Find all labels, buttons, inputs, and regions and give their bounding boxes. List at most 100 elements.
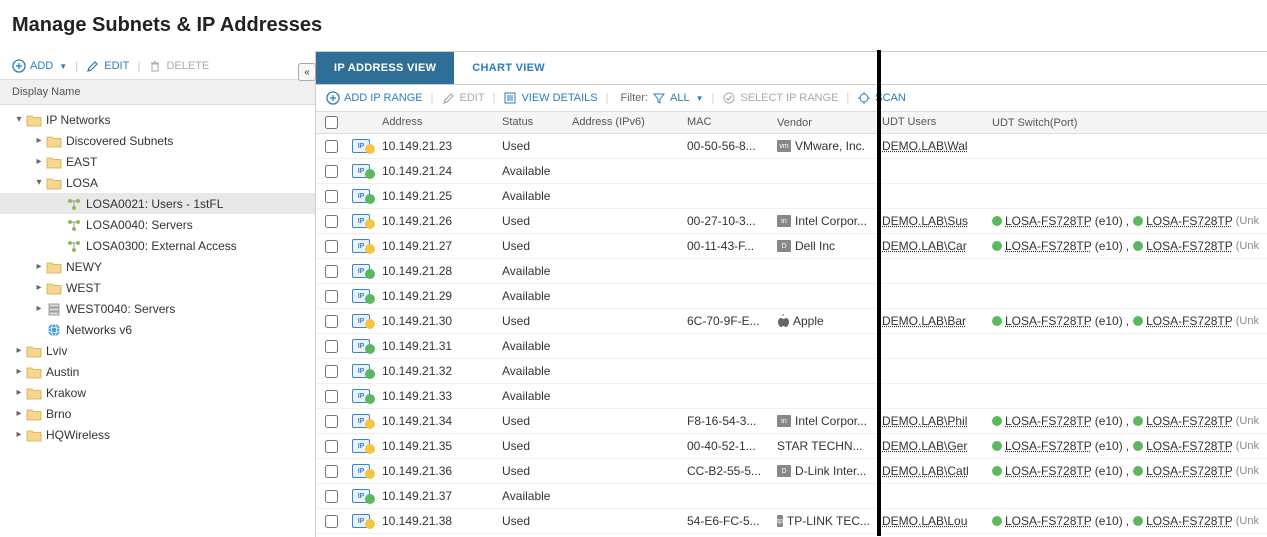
tree-austin[interactable]: ▸Austin (0, 361, 315, 382)
ip-row[interactable]: IP10.149.21.32Available (316, 359, 1267, 384)
edit-ip-button[interactable]: EDIT (442, 91, 485, 105)
row-checkbox[interactable] (325, 490, 338, 503)
delete-button[interactable]: DELETE (148, 59, 209, 73)
col-header-mac[interactable]: MAC (681, 112, 771, 133)
row-checkbox[interactable] (325, 190, 338, 203)
ip-row[interactable]: IP10.149.21.27Used00-11-43-F...DDell Inc… (316, 234, 1267, 259)
row-checkbox[interactable] (325, 140, 338, 153)
switch-link[interactable]: LOSA-FS728TP (1005, 514, 1092, 528)
view-details-button[interactable]: VIEW DETAILS (503, 91, 597, 105)
switch-link[interactable]: LOSA-FS728TP (1005, 214, 1092, 228)
tree-losa0300[interactable]: LOSA0300: External Access (0, 235, 315, 256)
ip-row[interactable]: IP10.149.21.31Available (316, 334, 1267, 359)
udt-user-link[interactable]: DEMO.LAB\Phil (882, 414, 967, 428)
switch-link[interactable]: LOSA-FS728TP (1146, 414, 1233, 428)
switch-link[interactable]: LOSA-FS728TP (1005, 239, 1092, 253)
udt-user-link[interactable]: DEMO.LAB\Wal (882, 139, 968, 153)
udt-user-link[interactable]: DEMO.LAB\Car (882, 239, 967, 253)
ip-row[interactable]: IP10.149.21.25Available (316, 184, 1267, 209)
row-checkbox[interactable] (325, 290, 338, 303)
switch-link[interactable]: LOSA-FS728TP (1146, 514, 1233, 528)
switch-link[interactable]: LOSA-FS728TP (1005, 464, 1092, 478)
tree-krakow[interactable]: ▸Krakow (0, 382, 315, 403)
tree-toggle-icon[interactable]: ▸ (32, 135, 46, 146)
tree-toggle-icon[interactable]: ▸ (12, 345, 26, 356)
ip-row[interactable]: IP10.149.21.38Used54-E6-FC-5...tpTP-LINK… (316, 509, 1267, 534)
row-checkbox[interactable] (325, 440, 338, 453)
switch-link[interactable]: LOSA-FS728TP (1146, 314, 1233, 328)
tree-east[interactable]: ▸EAST (0, 151, 315, 172)
tree-toggle-icon[interactable]: ▸ (12, 387, 26, 398)
udt-user-link[interactable]: DEMO.LAB\Bar (882, 314, 966, 328)
switch-link[interactable]: LOSA-FS728TP (1005, 314, 1092, 328)
tree-toggle-icon[interactable]: ▸ (32, 261, 46, 272)
edit-button[interactable]: EDIT (86, 59, 129, 73)
tree-toggle-icon[interactable]: ▸ (32, 303, 46, 314)
tree-toggle-icon[interactable]: ▸ (12, 366, 26, 377)
row-checkbox[interactable] (325, 240, 338, 253)
col-header-address[interactable]: Address (376, 112, 496, 133)
switch-link[interactable]: LOSA-FS728TP (1146, 214, 1233, 228)
row-checkbox[interactable] (325, 315, 338, 328)
row-checkbox[interactable] (325, 215, 338, 228)
filter-dropdown[interactable]: ALL ▼ (652, 91, 704, 105)
select-ip-range-button[interactable]: SELECT IP RANGE (722, 91, 838, 105)
col-header-udt-switch[interactable]: UDT Switch(Port) (986, 112, 1266, 133)
col-header-ipv6[interactable]: Address (IPv6) (566, 112, 681, 133)
tab-chart-view[interactable]: CHART VIEW (454, 52, 563, 84)
tree-ip-networks[interactable]: ▾IP Networks (0, 109, 315, 130)
tree-toggle-icon[interactable]: ▸ (12, 408, 26, 419)
tree-toggle-icon[interactable]: ▸ (32, 156, 46, 167)
row-checkbox[interactable] (325, 415, 338, 428)
ip-row[interactable]: IP10.149.21.29Available (316, 284, 1267, 309)
tree-brno[interactable]: ▸Brno (0, 403, 315, 424)
row-checkbox[interactable] (325, 340, 338, 353)
tree-losa0021[interactable]: LOSA0021: Users - 1stFL (0, 193, 315, 214)
col-header-udt-users[interactable]: UDT Users (876, 112, 986, 133)
tree-toggle-icon[interactable]: ▾ (12, 114, 26, 125)
udt-user-link[interactable]: DEMO.LAB\Catl (882, 464, 969, 478)
tree-networks-v6[interactable]: Networks v6 (0, 319, 315, 340)
switch-link[interactable]: LOSA-FS728TP (1146, 239, 1233, 253)
ip-row[interactable]: IP10.149.21.34UsedF8-16-54-3...inIntel C… (316, 409, 1267, 434)
ip-row[interactable]: IP10.149.21.33Available (316, 384, 1267, 409)
collapse-sidebar-button[interactable]: « (298, 63, 316, 81)
tree-losa0040[interactable]: LOSA0040: Servers (0, 214, 315, 235)
tree-hqwireless[interactable]: ▸HQWireless (0, 424, 315, 445)
ip-row[interactable]: IP10.149.21.26Used00-27-10-3...inIntel C… (316, 209, 1267, 234)
row-checkbox[interactable] (325, 390, 338, 403)
add-ip-range-button[interactable]: ADD IP RANGE (326, 91, 423, 105)
switch-link[interactable]: LOSA-FS728TP (1146, 439, 1233, 453)
tree-discovered-subnets[interactable]: ▸Discovered Subnets (0, 130, 315, 151)
switch-link[interactable]: LOSA-FS728TP (1005, 414, 1092, 428)
tree-toggle-icon[interactable]: ▾ (32, 177, 46, 188)
row-checkbox[interactable] (325, 165, 338, 178)
udt-user-link[interactable]: DEMO.LAB\Lou (882, 514, 967, 528)
row-checkbox[interactable] (325, 265, 338, 278)
select-all-checkbox[interactable] (325, 116, 338, 129)
ip-row[interactable]: IP10.149.21.30Used6C-70-9F-E...AppleDEMO… (316, 309, 1267, 334)
ip-row[interactable]: IP10.149.21.24Available (316, 159, 1267, 184)
ip-row[interactable]: IP10.149.21.28Available (316, 259, 1267, 284)
udt-user-link[interactable]: DEMO.LAB\Sus (882, 214, 968, 228)
tree-newy[interactable]: ▸NEWY (0, 256, 315, 277)
tree-toggle-icon[interactable]: ▸ (12, 429, 26, 440)
col-header-vendor[interactable]: Vendor (771, 112, 876, 133)
ip-row[interactable]: IP10.149.21.35Used00-40-52-1...STAR TECH… (316, 434, 1267, 459)
tree-losa[interactable]: ▾LOSA (0, 172, 315, 193)
ip-row[interactable]: IP10.149.21.36UsedCC-B2-55-5...DD-Link I… (316, 459, 1267, 484)
row-checkbox[interactable] (325, 465, 338, 478)
scan-button[interactable]: SCAN (857, 91, 906, 105)
ip-row[interactable]: IP10.149.21.23Used00-50-56-8...vmVMware,… (316, 134, 1267, 159)
row-checkbox[interactable] (325, 515, 338, 528)
tree-west[interactable]: ▸WEST (0, 277, 315, 298)
add-button[interactable]: ADD ▼ (12, 59, 67, 73)
switch-link[interactable]: LOSA-FS728TP (1005, 439, 1092, 453)
switch-link[interactable]: LOSA-FS728TP (1146, 464, 1233, 478)
tree-lviv[interactable]: ▸Lviv (0, 340, 315, 361)
ip-row[interactable]: IP10.149.21.37Available (316, 484, 1267, 509)
udt-user-link[interactable]: DEMO.LAB\Ger (882, 439, 967, 453)
tree-west0040[interactable]: ▸WEST0040: Servers (0, 298, 315, 319)
tree-toggle-icon[interactable]: ▸ (32, 282, 46, 293)
row-checkbox[interactable] (325, 365, 338, 378)
